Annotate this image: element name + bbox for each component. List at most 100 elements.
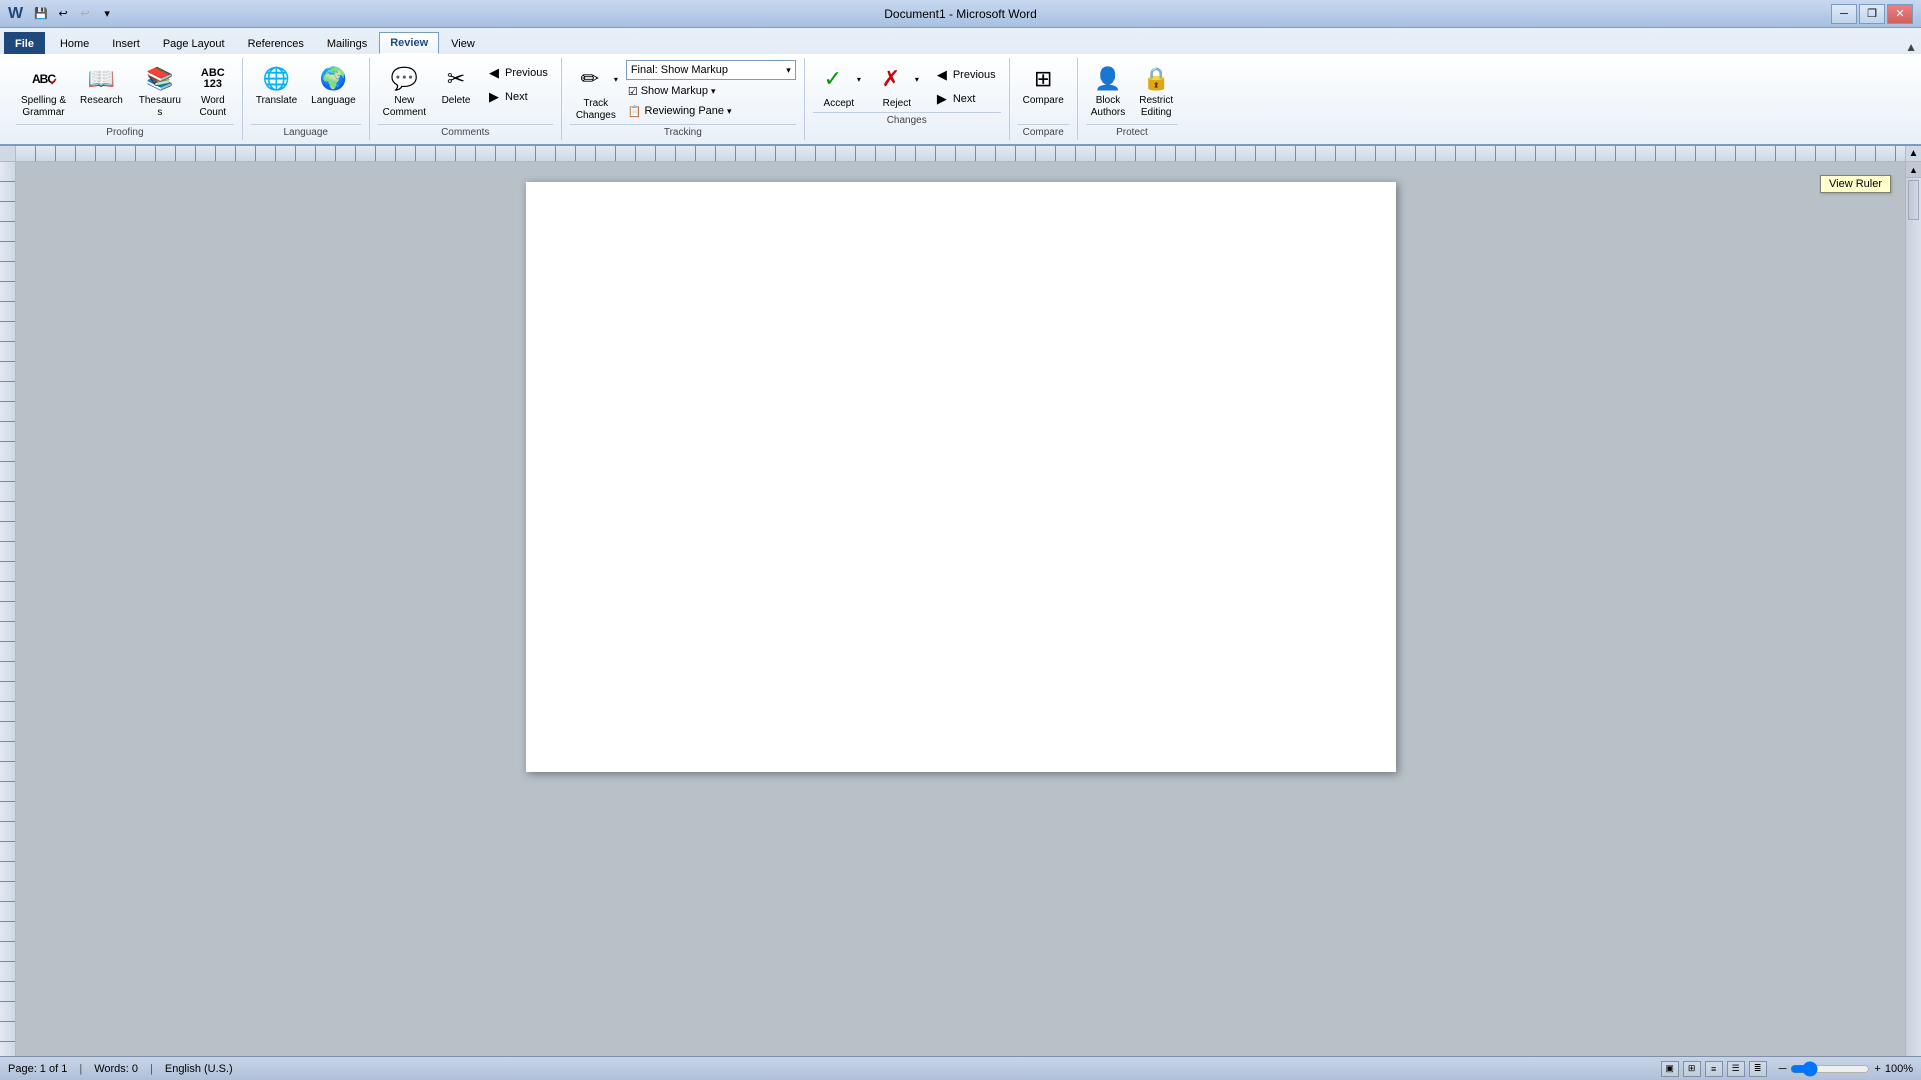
web-layout-button[interactable]: ≡ xyxy=(1705,1061,1723,1077)
tab-file[interactable]: File xyxy=(4,32,45,54)
status-bar: Page: 1 of 1 | Words: 0 | English (U.S.)… xyxy=(0,1056,1921,1080)
next-comment-icon: ▶ xyxy=(486,89,502,105)
document-area[interactable] xyxy=(16,162,1905,1080)
spelling-icon: ABC ✓ xyxy=(28,63,60,95)
restrict-editing-icon: 🔒 xyxy=(1140,63,1172,95)
view-ruler-button[interactable]: ▲ xyxy=(1905,146,1921,162)
quick-access-dropdown[interactable]: ▾ xyxy=(97,4,117,24)
quick-access-toolbar: 💾 ↩ ↩ ▾ xyxy=(31,4,117,24)
previous-change-button[interactable]: ◀ Previous xyxy=(929,64,1001,86)
next-change-icon: ▶ xyxy=(934,91,950,107)
tab-insert[interactable]: Insert xyxy=(101,32,151,54)
vertical-scrollbar[interactable]: ▲ ▼ xyxy=(1905,162,1921,1080)
next-comment-button[interactable]: ▶ Next xyxy=(481,86,553,108)
prev-next-comments: ◀ Previous ▶ Next xyxy=(481,62,553,108)
prev-next-changes: ◀ Previous ▶ Next xyxy=(929,64,1001,110)
tab-review[interactable]: Review xyxy=(379,32,439,54)
tracking-group-label: Tracking xyxy=(570,124,796,138)
scroll-up-button[interactable]: ▲ xyxy=(1906,162,1921,178)
redo-button[interactable]: ↩ xyxy=(75,4,95,24)
previous-comment-label: Previous xyxy=(505,67,548,79)
compare-group-items: ⊞ Compare xyxy=(1018,60,1069,122)
reviewing-pane-button[interactable]: 📋 Reviewing Pane ▾ xyxy=(626,102,796,120)
track-changes-dropdown[interactable]: ▾ xyxy=(610,61,622,97)
undo-button[interactable]: ↩ xyxy=(53,4,73,24)
scroll-thumb[interactable] xyxy=(1908,180,1919,220)
compare-label: Compare xyxy=(1023,95,1064,107)
language-button[interactable]: 🌍 Language xyxy=(306,60,361,110)
track-changes-button[interactable]: ✏ xyxy=(570,60,610,98)
zoom-slider[interactable] xyxy=(1790,1064,1870,1074)
thesaurus-button[interactable]: 📚 Thesaurus xyxy=(132,60,188,122)
word-count-indicator[interactable]: Words: 0 xyxy=(94,1063,138,1075)
track-changes-label: TrackChanges xyxy=(576,98,616,122)
ribbon: File Home Insert Page Layout References … xyxy=(0,28,1921,146)
next-change-label: Next xyxy=(953,93,976,105)
view-controls: ▣ ⊞ ≡ ☰ ≣ ─ + 100% xyxy=(1661,1061,1913,1077)
scroll-track xyxy=(1906,178,1921,1064)
restore-button[interactable]: ❐ xyxy=(1859,4,1885,24)
protect-group-items: 👤 BlockAuthors 🔒 RestrictEditing xyxy=(1086,60,1178,122)
next-change-button[interactable]: ▶ Next xyxy=(929,88,1001,110)
new-comment-button[interactable]: 💬 NewComment xyxy=(378,60,431,122)
tab-view[interactable]: View xyxy=(440,32,486,54)
accept-dropdown[interactable]: ▾ xyxy=(853,61,865,97)
comments-group-label: Comments xyxy=(378,124,553,138)
tracking-group-items: ✏ ▾ TrackChanges Final: Show Markup ▾ xyxy=(570,60,796,122)
compare-group-label: Compare xyxy=(1018,124,1069,138)
reviewing-pane-icon: 📋 xyxy=(628,105,642,118)
minimize-button[interactable]: ─ xyxy=(1831,4,1857,24)
language-group: 🌐 Translate 🌍 Language Language xyxy=(243,58,370,140)
markup-dropdown[interactable]: Final: Show Markup ▾ xyxy=(626,60,796,80)
previous-comment-button[interactable]: ◀ Previous xyxy=(481,62,553,84)
title-bar: W 💾 ↩ ↩ ▾ Document1 - Microsoft Word ─ ❐… xyxy=(0,0,1921,28)
markup-dropdown-arrow: ▾ xyxy=(786,65,791,76)
print-layout-button[interactable]: ▣ xyxy=(1661,1061,1679,1077)
research-icon: 📖 xyxy=(85,63,117,95)
compare-button[interactable]: ⊞ Compare xyxy=(1018,60,1069,110)
restrict-editing-button[interactable]: 🔒 RestrictEditing xyxy=(1134,60,1178,122)
full-screen-button[interactable]: ⊞ xyxy=(1683,1061,1701,1077)
changes-group: ✓ ▾ Accept ✗ ▾ Reject xyxy=(805,58,1010,140)
previous-comment-icon: ◀ xyxy=(486,65,502,81)
research-label: Research xyxy=(80,95,123,107)
main-container: ▲ ▲ ▼ View Ruler xyxy=(0,146,1921,1080)
tab-pagelayout[interactable]: Page Layout xyxy=(152,32,236,54)
research-button[interactable]: 📖 Research xyxy=(75,60,128,110)
accept-button[interactable]: ✓ xyxy=(813,60,853,98)
document-page[interactable] xyxy=(526,182,1396,772)
tab-home[interactable]: Home xyxy=(49,32,100,54)
reject-dropdown[interactable]: ▾ xyxy=(911,61,923,97)
outline-view-button[interactable]: ☰ xyxy=(1727,1061,1745,1077)
language-icon: 🌍 xyxy=(317,63,349,95)
translate-button[interactable]: 🌐 Translate xyxy=(251,60,302,110)
previous-change-label: Previous xyxy=(953,69,996,81)
word-count-button[interactable]: ABC 123 WordCount xyxy=(192,60,234,122)
tab-mailings[interactable]: Mailings xyxy=(316,32,378,54)
accept-wrapper: ✓ ▾ Accept xyxy=(813,60,865,109)
reject-button[interactable]: ✗ xyxy=(871,60,911,98)
compare-group: ⊞ Compare Compare xyxy=(1010,58,1078,140)
accept-label: Accept xyxy=(824,98,855,109)
language-label: Language xyxy=(311,95,356,107)
delete-button[interactable]: ✂ Delete xyxy=(435,60,477,110)
language-indicator[interactable]: English (U.S.) xyxy=(165,1063,233,1075)
show-markup-button[interactable]: ☑ Show Markup ▾ xyxy=(626,82,796,100)
spelling-label: Spelling &Grammar xyxy=(21,95,66,119)
ribbon-collapse-button[interactable]: ▲ xyxy=(1905,40,1917,54)
show-markup-label: Show Markup xyxy=(641,85,708,97)
zoom-level[interactable]: 100% xyxy=(1885,1063,1913,1075)
comments-group-items: 💬 NewComment ✂ Delete ◀ Previous ▶ xyxy=(378,60,553,122)
zoom-minus: ─ xyxy=(1779,1063,1787,1075)
separator2: | xyxy=(150,1063,153,1075)
block-authors-button[interactable]: 👤 BlockAuthors xyxy=(1086,60,1130,122)
save-button[interactable]: 💾 xyxy=(31,4,51,24)
show-markup-arrow: ▾ xyxy=(711,86,716,97)
page-indicator[interactable]: Page: 1 of 1 xyxy=(8,1063,67,1075)
tab-references[interactable]: References xyxy=(237,32,315,54)
draft-view-button[interactable]: ≣ xyxy=(1749,1061,1767,1077)
spelling-grammar-button[interactable]: ABC ✓ Spelling &Grammar xyxy=(16,60,71,122)
new-comment-label: NewComment xyxy=(383,95,426,119)
close-button[interactable]: ✕ xyxy=(1887,4,1913,24)
reviewing-pane-arrow: ▾ xyxy=(727,106,732,117)
